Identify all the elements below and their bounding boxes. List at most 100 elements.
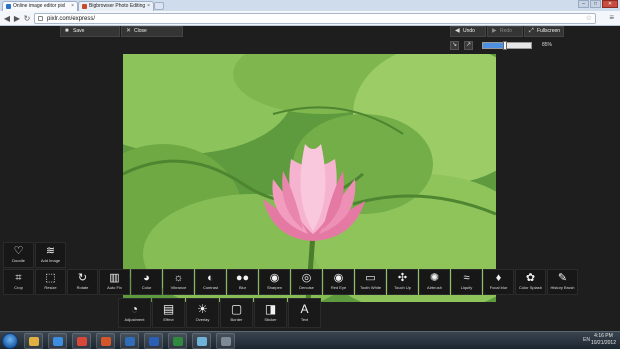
close-label: Close [134, 28, 147, 34]
text-icon: A [300, 302, 309, 316]
airbrush-icon: ✺ [429, 272, 440, 284]
tool-text[interactable]: A Text [288, 298, 321, 328]
tool-crop[interactable]: ⌗ Crop [3, 269, 34, 295]
back-icon[interactable]: ◀ [2, 14, 12, 23]
redo-icon: ▶ [492, 28, 497, 34]
taskbar-chrome-button[interactable] [72, 333, 91, 349]
tab-close-icon[interactable]: × [147, 2, 150, 11]
tool-doodle[interactable]: ♡ Doodle [3, 242, 34, 268]
redo-button[interactable]: ▶ Redo [487, 26, 523, 37]
sharpen-icon: ◉ [269, 272, 280, 284]
tool-overlay[interactable]: ☀ Overlay [186, 298, 219, 328]
close-editor-button[interactable]: ✕ Close [121, 26, 183, 37]
zoom-control: ↘ ↗ 85% [450, 40, 560, 51]
tool-label: Rotate [76, 285, 89, 290]
color-splash-icon: ✿ [525, 272, 536, 284]
taskbar-outlook-button[interactable] [120, 333, 139, 349]
tool-denoise[interactable]: ◎ Denoise [291, 269, 322, 295]
tool-liquify[interactable]: ≈ Liquify [451, 269, 482, 295]
tool-effect[interactable]: ▤ Effect [152, 298, 185, 328]
undo-label: Undo [463, 28, 475, 34]
tool-color-splash[interactable]: ✿ Color Splash [515, 269, 546, 295]
tool-rotate[interactable]: ↻ Rotate [67, 269, 98, 295]
new-tab-button[interactable] [154, 2, 164, 10]
start-button[interactable] [2, 333, 18, 349]
tool-resize[interactable]: ⬚ Resize [35, 269, 66, 295]
tool-label: Sharpen [266, 285, 283, 290]
contrast-icon: ◐ [207, 272, 214, 284]
zoom-fit-icon[interactable]: ↘ [450, 41, 459, 50]
tab-close-icon[interactable]: × [71, 2, 74, 11]
tool-border[interactable]: ▢ Border [220, 298, 253, 328]
tool-label: Adjustment [124, 317, 145, 322]
zoom-slider[interactable] [482, 41, 532, 50]
pixlr-editor: ■ Save ✕ Close ◀ Undo ▶ Redo ⤢ Fullscree… [0, 26, 620, 331]
doodle-icon: ♡ [13, 245, 24, 257]
window-close-button[interactable]: ✕ [602, 0, 618, 8]
tool-blur[interactable]: ●● Blur [227, 269, 258, 295]
undo-button[interactable]: ◀ Undo [450, 26, 486, 37]
zoom-actual-icon[interactable]: ↗ [464, 41, 473, 50]
effect-icon: ▤ [162, 302, 175, 316]
forward-icon[interactable]: ▶ [12, 14, 22, 23]
tool-touch-up[interactable]: ✣ Touch Up [387, 269, 418, 295]
canvas-image[interactable] [123, 54, 496, 302]
tool-color[interactable]: ◕ Color [131, 269, 162, 295]
tool-history-brush[interactable]: ✎ History Brush [547, 269, 578, 295]
tab-title: Online image editor pixl [13, 3, 66, 9]
taskbar-explorer-button[interactable] [24, 333, 43, 349]
tool-label: Airbrush [427, 285, 442, 290]
taskbar-paint-button[interactable] [192, 333, 211, 349]
browser-tab-other[interactable]: Bigbrowser Photo Editing × [78, 1, 154, 11]
liquify-icon: ≈ [463, 272, 470, 284]
tool-auto-fix[interactable]: ▥ Auto Fix [99, 269, 130, 295]
border-icon: ▢ [230, 302, 243, 316]
reload-icon[interactable]: ↻ [22, 14, 32, 23]
taskbar-camera-button[interactable] [216, 333, 235, 349]
browser-tab-pixlr[interactable]: Online image editor pixl × [2, 1, 78, 11]
tool-adjustment[interactable]: ◔ Adjustment [118, 298, 151, 328]
save-button[interactable]: ■ Save [60, 26, 120, 37]
taskbar-powerpoint-button[interactable] [96, 333, 115, 349]
tool-red-eye[interactable]: ◉ Red Eye [323, 269, 354, 295]
tool-label: Contrast [202, 285, 219, 290]
tool-contrast[interactable]: ◐ Contrast [195, 269, 226, 295]
tool-label: Doodle [12, 258, 25, 263]
tool-label: Auto Fix [107, 285, 122, 290]
bookmark-star-icon[interactable]: ☆ [586, 14, 592, 22]
tool-label: Border [230, 317, 243, 322]
taskbar-ie-button[interactable] [48, 333, 67, 349]
fullscreen-button[interactable]: ⤢ Fullscreen [524, 26, 564, 37]
wrench-icon[interactable]: ≡ [609, 13, 614, 22]
close-icon: ✕ [126, 28, 132, 34]
tool-label: Touch Up [394, 285, 411, 290]
address-bar[interactable]: pixlr.com/express/ ☆ [34, 13, 596, 24]
ie-icon [53, 337, 63, 346]
minimize-button[interactable]: – [578, 0, 589, 8]
tool-tooth-white[interactable]: ▭ Tooth White [355, 269, 386, 295]
clock[interactable]: 4:16 PM 10/21/2012 [591, 333, 616, 349]
tray-language[interactable]: EN [583, 337, 590, 343]
save-icon: ■ [65, 28, 69, 34]
favicon-icon [6, 4, 11, 9]
taskbar-excel-button[interactable] [168, 333, 187, 349]
tool-label: Overlay [195, 317, 210, 322]
paint-icon [197, 337, 207, 346]
chrome-icon [77, 337, 87, 346]
add-image-icon: ≋ [45, 245, 56, 257]
maximize-button[interactable]: □ [590, 0, 601, 8]
taskbar-word-button[interactable] [144, 333, 163, 349]
screen: { "browser": { "tabs": [ {"title": "Onli… [0, 0, 620, 349]
tool-sharpen[interactable]: ◉ Sharpen [259, 269, 290, 295]
zoom-slider-thumb[interactable] [502, 41, 507, 50]
word-icon [149, 337, 159, 346]
zoom-slider-fill [483, 43, 505, 48]
tool-vibrance[interactable]: ☼ Vibrance [163, 269, 194, 295]
tool-focal-blur[interactable]: ♦ Focal blur [483, 269, 514, 295]
tool-label: Effect [163, 317, 174, 322]
crop-icon: ⌗ [15, 272, 22, 284]
tool-airbrush[interactable]: ✺ Airbrush [419, 269, 450, 295]
eye-icon: ◉ [333, 272, 344, 284]
tool-sticker[interactable]: ◨ Sticker [254, 298, 287, 328]
tool-add-image[interactable]: ≋ Add Image [35, 242, 66, 268]
